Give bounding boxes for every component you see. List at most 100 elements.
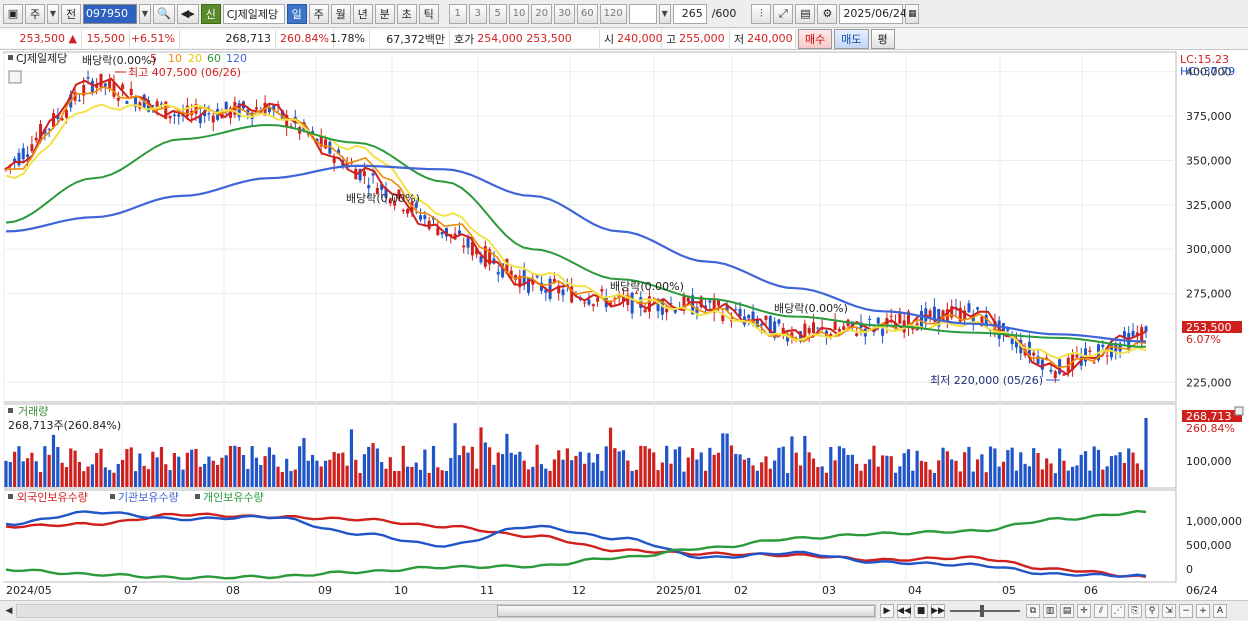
interval-10[interactable]: 10: [508, 3, 530, 24]
scroll-thumb[interactable]: [497, 605, 875, 617]
tab-period-second[interactable]: 초: [396, 3, 417, 24]
zoom-out-icon[interactable]: −: [1179, 604, 1193, 618]
layout-icon[interactable]: ▣: [3, 3, 23, 24]
zoom-handle[interactable]: [980, 605, 984, 617]
scroll-track[interactable]: [16, 604, 876, 618]
volume-bar: [1096, 449, 1101, 487]
volume-bar: [4, 460, 8, 487]
volume-bar: [203, 463, 207, 487]
date-input[interactable]: 2025/06/24: [839, 3, 907, 24]
volume-bar: [142, 465, 146, 487]
volume-bar: [1023, 463, 1027, 487]
window-icon[interactable]: ⧉: [1026, 604, 1040, 618]
table-toggle-icon[interactable]: [8, 70, 22, 84]
interval-120[interactable]: 120: [599, 3, 627, 24]
volume-bar: [526, 469, 531, 487]
count-input[interactable]: 265: [672, 3, 707, 24]
mode-select[interactable]: 주: [25, 3, 45, 24]
scroll-left-icon[interactable]: ◀: [2, 603, 16, 619]
volume-bar: [475, 468, 479, 487]
calendar-icon[interactable]: ▦: [905, 3, 920, 24]
candle-body: [371, 173, 375, 176]
zoom-in-icon[interactable]: +: [1196, 604, 1210, 618]
volume-bar: [401, 445, 405, 487]
tab-period-year[interactable]: 년: [352, 3, 373, 24]
interval-5[interactable]: 5: [488, 3, 507, 24]
interval-60[interactable]: 60: [576, 3, 598, 24]
volume-bar: [725, 433, 729, 487]
zoom-slider[interactable]: [950, 603, 1020, 619]
tab-period-week[interactable]: 주: [308, 3, 329, 24]
volume-bar: [483, 442, 487, 487]
search-icon[interactable]: 🔍: [153, 3, 175, 24]
candle-body: [496, 271, 500, 275]
volume-bar: [496, 452, 500, 487]
volume-bar: [1118, 452, 1122, 487]
tab-period-minute[interactable]: 분: [374, 3, 395, 24]
candle-body: [600, 289, 604, 292]
tab-period-day[interactable]: 일: [286, 3, 307, 24]
measure-icon[interactable]: ⫽: [1094, 604, 1108, 618]
candle-body: [1101, 344, 1105, 347]
buy-button[interactable]: 매수: [798, 28, 833, 49]
holding-tick-1m: 1,000,000: [1186, 515, 1242, 528]
volume-bar: [1040, 469, 1044, 487]
expand-icon[interactable]: ⇲: [1162, 604, 1176, 618]
search-zoom-icon[interactable]: ⚲: [1145, 604, 1159, 618]
volume-bar: [1105, 466, 1109, 487]
volume-bar: [323, 460, 328, 487]
stock-chart-svg[interactable]: 400,000375,000350,000325,000300,000275,0…: [0, 50, 1248, 600]
tab-period-tick[interactable]: 틱: [418, 3, 439, 24]
volume-bar: [885, 455, 889, 487]
stop-icon[interactable]: ■: [914, 604, 928, 618]
volume-bar: [470, 446, 474, 487]
gear-icon[interactable]: ⚙: [817, 3, 838, 24]
volume-bar: [522, 460, 526, 487]
interval-dropdown-icon[interactable]: ▼: [658, 3, 671, 24]
code-dropdown-icon[interactable]: ▼: [139, 3, 151, 24]
split-icon[interactable]: ▥: [1043, 604, 1057, 618]
crosshair-icon[interactable]: ✛: [1077, 604, 1091, 618]
speaker-icon[interactable]: ◀▸: [176, 3, 199, 24]
volume-bar: [108, 469, 112, 487]
interval-3[interactable]: 3: [468, 3, 487, 24]
interval-20[interactable]: 20: [531, 3, 553, 24]
volume-bar: [811, 458, 816, 487]
rewind-icon[interactable]: ◀◀: [897, 604, 911, 618]
candle-settings-icon[interactable]: ⫶: [751, 3, 772, 24]
zoom-track[interactable]: [950, 605, 1020, 617]
font-size-icon[interactable]: A: [1213, 604, 1227, 618]
volume-bar: [803, 435, 807, 487]
scroll-right-icon[interactable]: ▶: [880, 604, 894, 618]
close-icon[interactable]: [1234, 406, 1244, 416]
candle-body: [591, 304, 595, 307]
volume-bar: [198, 466, 202, 487]
layers-icon[interactable]: ▤: [1060, 604, 1074, 618]
eval-button[interactable]: 평: [870, 28, 895, 49]
volume-bar: [958, 471, 962, 487]
chart-area[interactable]: 400,000 375,000 350,000 325,000 300,000 275,0…: [0, 50, 1248, 602]
holding-tick-0: 0: [1186, 563, 1193, 576]
sell-button[interactable]: 매도: [834, 28, 869, 49]
new-badge[interactable]: 신: [200, 3, 221, 24]
tab-period-month[interactable]: 월: [330, 3, 351, 24]
volume-bar: [621, 450, 626, 487]
volume-bar: [587, 452, 591, 487]
volume-bar: [544, 468, 548, 487]
volume-bar: [911, 470, 915, 487]
chevron-down-icon[interactable]: ▼: [47, 3, 59, 24]
volume-bar: [639, 445, 643, 487]
pattern-icon[interactable]: ⋰: [1111, 604, 1125, 618]
volume-bar: [423, 449, 427, 487]
volume-bar: [850, 454, 854, 487]
prev-button[interactable]: 전: [61, 3, 81, 24]
save-icon[interactable]: ▤: [795, 3, 816, 24]
interval-30[interactable]: 30: [554, 3, 575, 24]
forward-icon[interactable]: ▶▶: [931, 604, 945, 618]
stock-code-input[interactable]: 097950: [83, 3, 137, 24]
line-tool-icon[interactable]: ⤢: [773, 3, 794, 24]
interval-1[interactable]: 1: [448, 3, 467, 24]
copy-icon[interactable]: ⎘: [1128, 604, 1142, 618]
volume-bar: [405, 466, 410, 487]
interval-input[interactable]: [628, 3, 657, 24]
